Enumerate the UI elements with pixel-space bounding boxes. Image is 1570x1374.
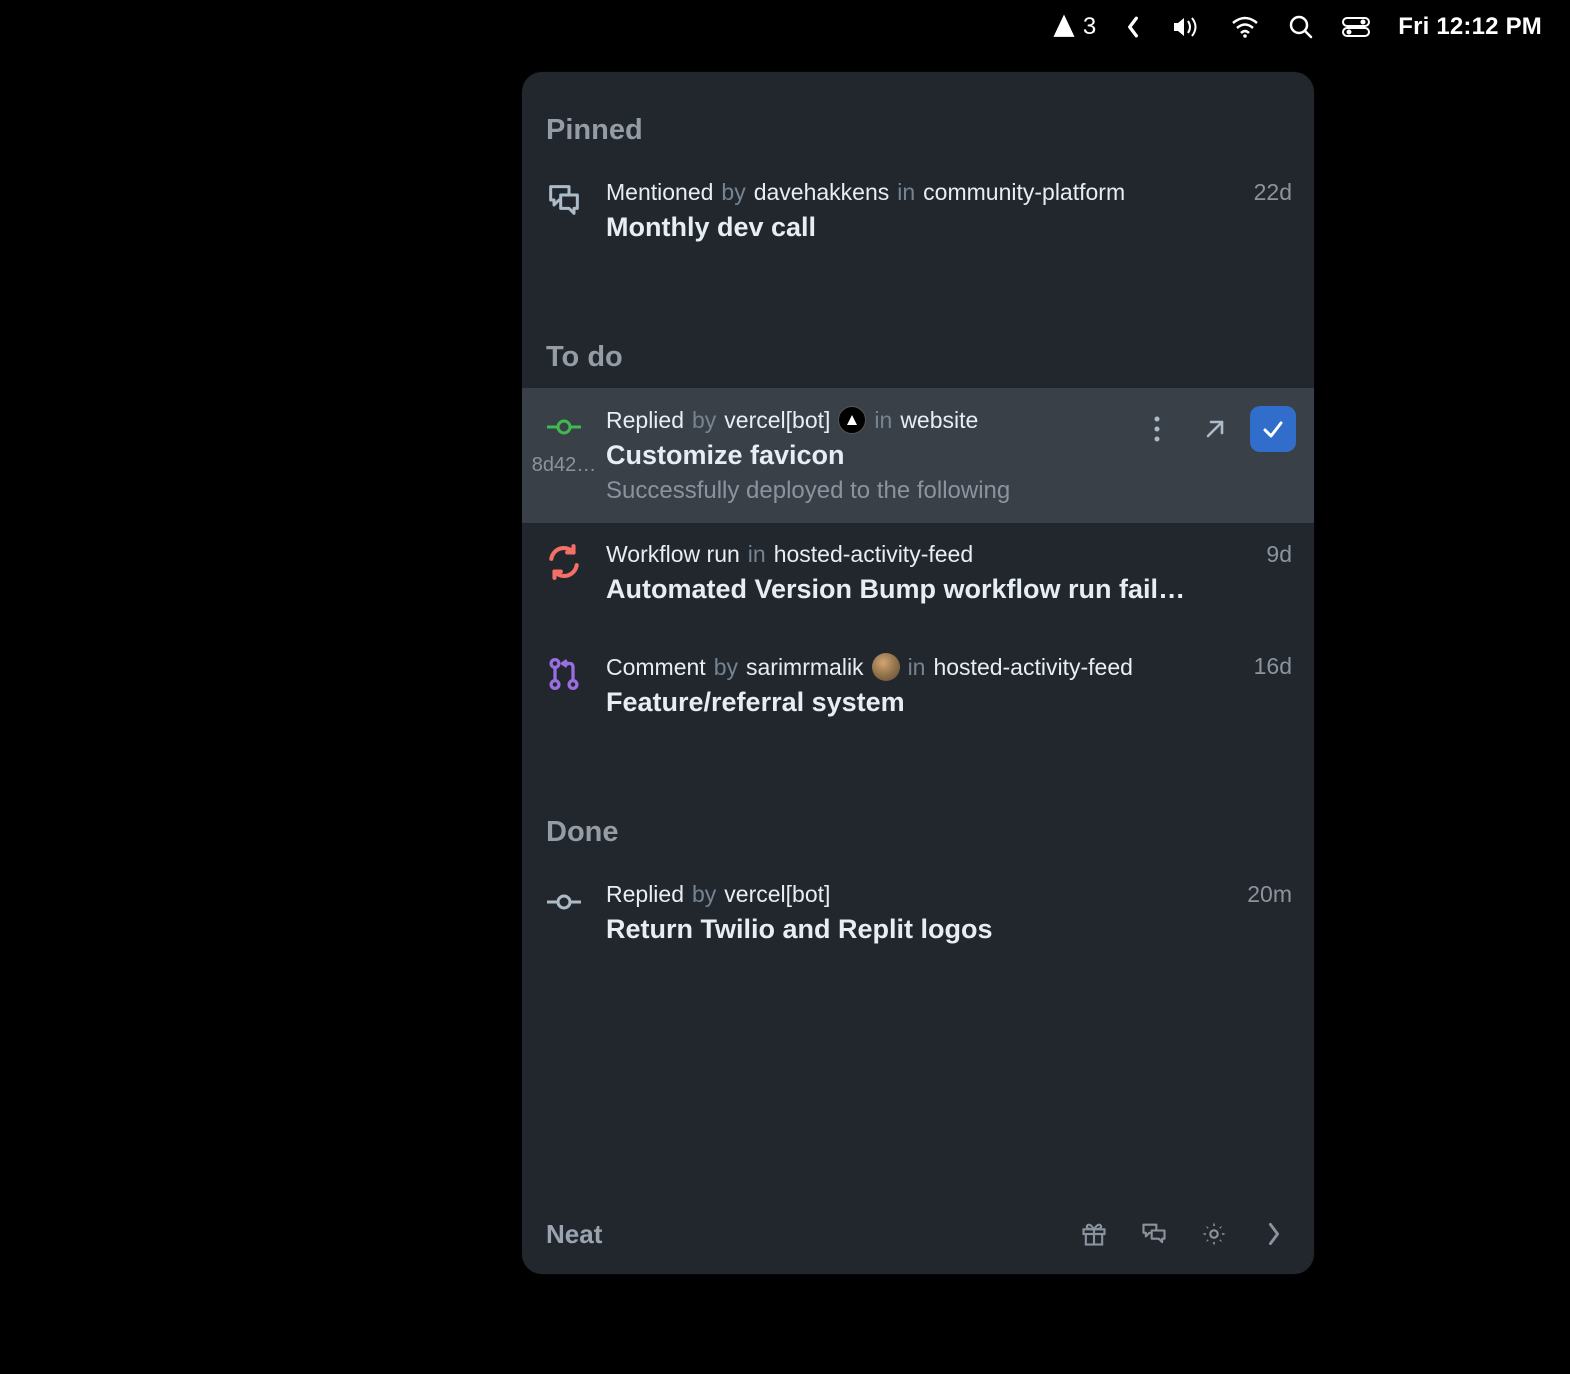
item-by: by [714, 654, 738, 681]
item-by: by [721, 179, 745, 206]
app-logo-icon [1051, 14, 1077, 40]
arrow-up-right-icon [1202, 416, 1228, 442]
item-title: Return Twilio and Replit logos [606, 914, 1198, 945]
item-repo: community-platform [923, 179, 1125, 206]
item-action: Workflow run [606, 541, 740, 568]
menubar-wifi[interactable] [1230, 15, 1260, 39]
section-header-todo: To do [522, 261, 1314, 388]
pull-request-icon [543, 653, 585, 695]
item-by: by [692, 881, 716, 908]
item-action: Replied [606, 407, 684, 434]
control-center-icon [1342, 17, 1370, 37]
section-header-done: Done [522, 736, 1314, 863]
footer-feedback-button[interactable] [1138, 1218, 1170, 1250]
menubar-back-icon[interactable] [1124, 16, 1142, 38]
kebab-icon [1153, 415, 1161, 443]
notifications-count: 3 [1083, 13, 1096, 41]
notification-item-todo-1[interactable]: Workflow run in hosted-activity-feed Aut… [522, 523, 1314, 623]
item-in: in [908, 654, 926, 681]
mark-done-button[interactable] [1250, 406, 1296, 452]
discussion-icon [1139, 1220, 1169, 1248]
discussion-icon [543, 179, 585, 221]
item-time: 20m [1212, 881, 1292, 945]
item-actor: vercel[bot] [724, 407, 830, 434]
footer-gift-button[interactable] [1078, 1218, 1110, 1250]
vercel-avatar-icon [838, 406, 866, 434]
user-avatar-icon [872, 653, 900, 681]
item-content: Workflow run in hosted-activity-feed Aut… [606, 541, 1198, 605]
item-meta: Replied by vercel[bot] [606, 881, 1198, 908]
item-subtitle: Successfully deployed to the following [606, 477, 1292, 505]
item-in: in [897, 179, 915, 206]
footer-settings-button[interactable] [1198, 1218, 1230, 1250]
item-action: Replied [606, 881, 684, 908]
notification-item-todo-0[interactable]: 8d42… Replied by vercel[bot] in website … [522, 388, 1314, 523]
notification-item-done-0[interactable]: Replied by vercel[bot] Return Twilio and… [522, 863, 1314, 963]
item-repo: website [900, 407, 978, 434]
item-time: 22d [1212, 179, 1292, 243]
item-actor: vercel[bot] [724, 881, 830, 908]
item-content: Mentioned by davehakkens in community-pl… [606, 179, 1198, 243]
item-title: Monthly dev call [606, 212, 1198, 243]
item-actor: sarimrmalik [746, 654, 864, 681]
section-header-pinned: Pinned [522, 72, 1314, 161]
item-time: 16d [1212, 653, 1292, 718]
gear-icon [1200, 1220, 1228, 1248]
item-content: Replied by vercel[bot] Return Twilio and… [606, 881, 1198, 945]
item-in: in [748, 541, 766, 568]
notification-item-todo-2[interactable]: Comment by sarimrmalik in hosted-activit… [522, 623, 1314, 736]
item-meta: Mentioned by davehakkens in community-pl… [606, 179, 1198, 206]
commit-icon [543, 406, 585, 448]
item-meta: Comment by sarimrmalik in hosted-activit… [606, 653, 1198, 681]
item-title: Automated Version Bump workflow run fail… [606, 574, 1198, 605]
item-repo: hosted-activity-feed [774, 541, 973, 568]
item-meta: Workflow run in hosted-activity-feed [606, 541, 1198, 568]
item-title: Feature/referral system [606, 687, 1198, 718]
item-in: in [874, 407, 892, 434]
item-action: Comment [606, 654, 706, 681]
open-external-button[interactable] [1192, 406, 1238, 452]
item-time: 9d [1212, 541, 1292, 605]
menubar-app-indicator[interactable]: 3 [1051, 13, 1096, 41]
item-icon-col [536, 179, 592, 243]
item-icon-col [536, 653, 592, 718]
chevron-right-icon [1266, 1222, 1282, 1246]
item-by: by [692, 407, 716, 434]
item-icon-col [536, 541, 592, 605]
notifications-panel: Pinned Mentioned by davehakkens in commu… [522, 72, 1314, 1274]
macos-menubar: 3 Fri 12:12 PM [0, 0, 1570, 54]
item-action: Mentioned [606, 179, 713, 206]
volume-icon [1170, 15, 1202, 39]
more-button[interactable] [1134, 406, 1180, 452]
item-content: Comment by sarimrmalik in hosted-activit… [606, 653, 1198, 718]
gift-icon [1080, 1220, 1108, 1248]
app-name: Neat [546, 1219, 602, 1250]
check-icon [1260, 416, 1286, 442]
chevron-left-icon [1124, 16, 1142, 38]
item-actor: davehakkens [754, 179, 890, 206]
footer-next-button[interactable] [1258, 1218, 1290, 1250]
panel-footer: Neat [522, 1198, 1314, 1274]
notification-item-pinned-0[interactable]: Mentioned by davehakkens in community-pl… [522, 161, 1314, 261]
menubar-volume[interactable] [1170, 15, 1202, 39]
wifi-icon [1230, 15, 1260, 39]
menubar-clock[interactable]: Fri 12:12 PM [1398, 13, 1542, 41]
menubar-search[interactable] [1288, 14, 1314, 40]
item-icon-col [536, 881, 592, 945]
item-icon-col: 8d42… [536, 406, 592, 505]
search-icon [1288, 14, 1314, 40]
menubar-control-center[interactable] [1342, 17, 1370, 37]
item-actions [1134, 406, 1296, 452]
item-repo: hosted-activity-feed [933, 654, 1132, 681]
workflow-fail-icon [543, 541, 585, 583]
item-hash: 8d42… [532, 454, 597, 477]
commit-icon [543, 881, 585, 923]
